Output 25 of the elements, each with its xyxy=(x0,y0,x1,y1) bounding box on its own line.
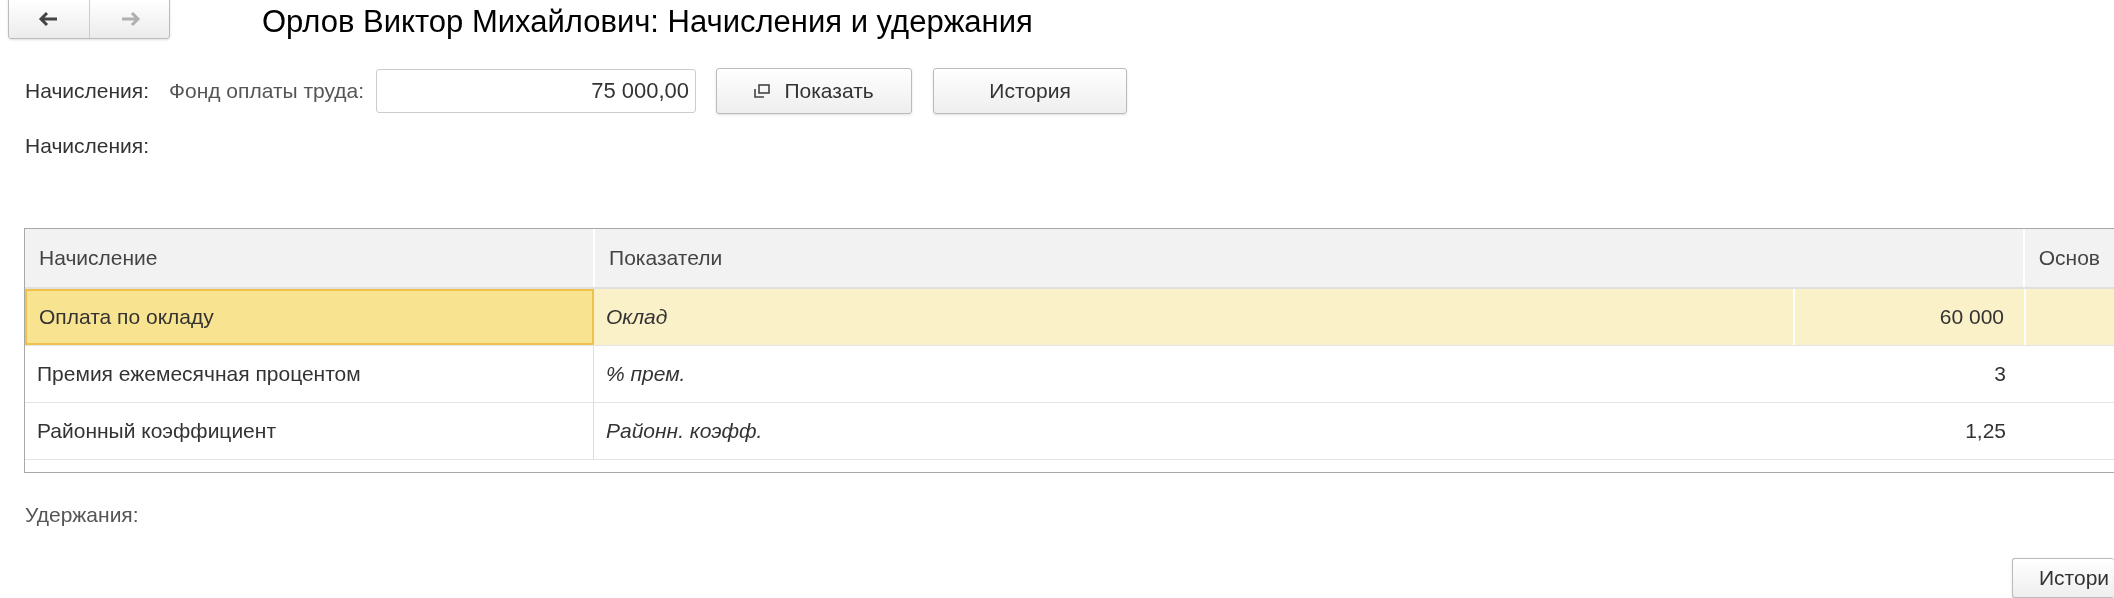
windows-icon xyxy=(754,84,771,98)
field-label: Начисления: xyxy=(25,78,150,105)
table-row[interactable]: Районный коэффициент Районн. коэфф. 1,25 xyxy=(25,402,2114,460)
fund-input-field[interactable]: 75 000,00 xyxy=(376,69,697,113)
section-label: Удержания: xyxy=(25,501,139,528)
table-cell: Премия ежемесячная процентом xyxy=(25,345,594,402)
table-row[interactable]: Премия ежемесячная процентом % прем. 3 xyxy=(25,345,2114,403)
section-label: Начисления: xyxy=(25,133,150,159)
history-button[interactable]: История xyxy=(933,68,1128,114)
show-button[interactable]: Показать xyxy=(716,68,913,114)
table-cell-text: % прем. xyxy=(605,360,687,387)
table-cell-text: 1,25 xyxy=(1964,417,2007,444)
table-cell-text: 3 xyxy=(1993,360,2007,387)
column-header[interactable]: Начисление xyxy=(25,228,594,287)
table-cell: Оплата по окладу xyxy=(25,288,594,345)
table-cell: Районный коэффициент xyxy=(25,402,594,459)
column-header[interactable]: Показатели xyxy=(593,228,2023,287)
history-button[interactable]: Истори xyxy=(2012,558,2114,598)
field-label: Фонд оплаты труда: xyxy=(169,78,365,105)
column-header[interactable]: Основ xyxy=(2022,228,2114,287)
table-cell: 60 000 xyxy=(1793,288,2026,345)
window-title: Орлов Виктор Михайлович: Начисления и удержания xyxy=(262,2,1033,41)
table-row[interactable]: Оплата по окладу Оклад 60 000 xyxy=(25,288,2114,346)
table-cell-text: Районн. коэфф. xyxy=(605,417,764,444)
table-cell-text: Оклад xyxy=(605,303,669,330)
